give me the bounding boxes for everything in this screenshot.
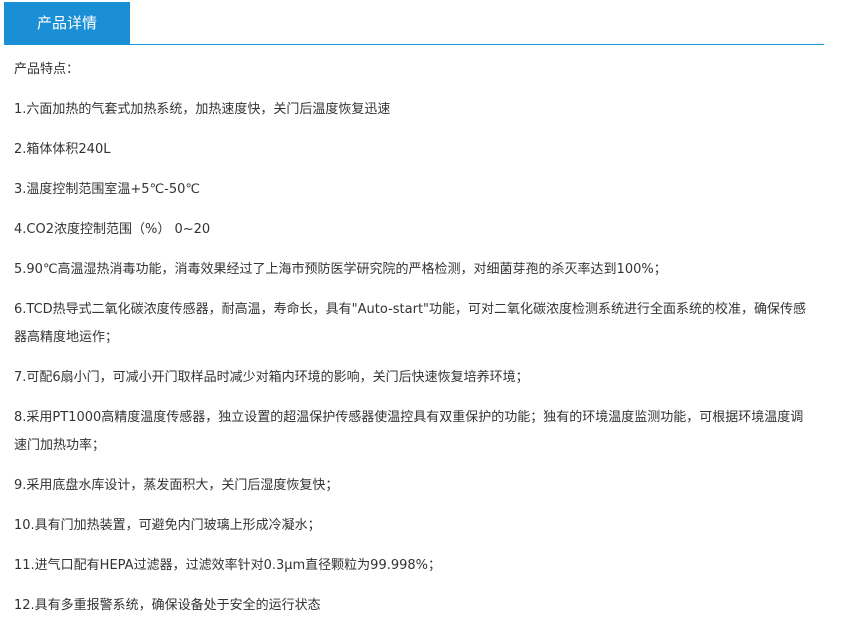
- feature-item-1: 1.六面加热的气套式加热系统，加热速度快，关门后温度恢复迅速: [14, 102, 391, 117]
- feature-item-5: 5.90℃高温湿热消毒功能，消毒效果经过了上海市预防医学研究院的严格检测，对细菌…: [14, 262, 667, 277]
- feature-item-7: 7.可配6扇小门，可减小开门取样品时减少对箱内环境的影响，关门后快速恢复培养环境…: [14, 370, 529, 385]
- feature-item-4: 4.CO2浓度控制范围（%） 0~20: [14, 222, 211, 237]
- feature-item-6: 6.TCD热导式二氧化碳浓度传感器，耐高温，寿命长，具有"Auto-start"…: [14, 302, 807, 345]
- features-intro: 产品特点：: [14, 62, 80, 77]
- section-header: 产品详情: [4, 2, 824, 45]
- feature-item-12: 12.具有多重报警系统，确保设备处于安全的运行状态: [14, 598, 321, 613]
- feature-item-2: 2.箱体体积240L: [14, 142, 111, 157]
- feature-item-11: 11.进气口配有HEPA过滤器，过滤效率针对0.3μm直径颗粒为99.998%；: [14, 558, 442, 573]
- product-features: 产品特点： 1.六面加热的气套式加热系统，加热速度快，关门后温度恢复迅速 2.箱…: [14, 56, 814, 620]
- feature-item-3: 3.温度控制范围室温+5℃-50℃: [14, 182, 200, 197]
- feature-item-10: 10.具有门加热装置，可避免内门玻璃上形成冷凝水；: [14, 518, 321, 533]
- feature-item-9: 9.采用底盘水库设计，蒸发面积大，关门后湿度恢复快；: [14, 478, 339, 493]
- tab-product-details[interactable]: 产品详情: [4, 2, 130, 44]
- feature-item-8: 8.采用PT1000高精度温度传感器，独立设置的超温保护传感器使温控具有双重保护…: [14, 410, 804, 453]
